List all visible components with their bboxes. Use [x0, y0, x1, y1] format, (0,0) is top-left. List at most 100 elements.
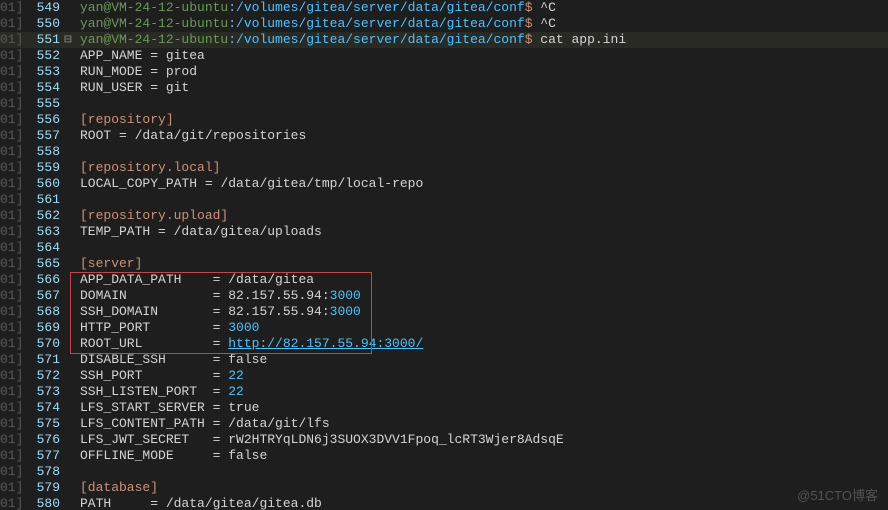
gutter-fold-col: 01] [0, 464, 18, 480]
gutter-fold-col: 01] [0, 176, 18, 192]
line-number: 564 [18, 240, 64, 256]
line-number: 556 [18, 112, 64, 128]
code-line[interactable]: 01]572 SSH_PORT = 22 [0, 368, 888, 384]
line-number: 577 [18, 448, 64, 464]
code-line[interactable]: 01]558 [0, 144, 888, 160]
code-line[interactable]: 01]557ROOT = /data/git/repositories [0, 128, 888, 144]
line-number: 551 [18, 32, 64, 48]
code-content[interactable]: RUN_USER = git [78, 80, 888, 96]
code-content[interactable]: SSH_PORT = 22 [78, 368, 888, 384]
line-number: 559 [18, 160, 64, 176]
code-content[interactable]: yan@VM-24-12-ubuntu:/volumes/gitea/serve… [78, 0, 888, 16]
line-number: 572 [18, 368, 64, 384]
code-line[interactable]: 01]563TEMP_PATH = /data/gitea/uploads [0, 224, 888, 240]
code-line[interactable]: 01]560LOCAL_COPY_PATH = /data/gitea/tmp/… [0, 176, 888, 192]
url-link[interactable]: http://82.157.55.94:3000/ [228, 336, 423, 351]
gutter-fold-col: 01] [0, 416, 18, 432]
watermark: @51CTO博客 [797, 488, 878, 504]
code-line[interactable]: 01]561 [0, 192, 888, 208]
gutter-fold-col: 01] [0, 192, 18, 208]
line-number: 562 [18, 208, 64, 224]
line-number: 550 [18, 16, 64, 32]
code-content[interactable]: yan@VM-24-12-ubuntu:/volumes/gitea/serve… [78, 16, 888, 32]
code-content[interactable]: DOMAIN = 82.157.55.94:3000 [78, 288, 888, 304]
code-line[interactable]: 01]579[database] [0, 480, 888, 496]
code-line[interactable]: 01]551⊟yan@VM-24-12-ubuntu:/volumes/gite… [0, 32, 888, 48]
code-line[interactable]: 01]549yan@VM-24-12-ubuntu:/volumes/gitea… [0, 0, 888, 16]
code-line[interactable]: 01]552APP_NAME = gitea [0, 48, 888, 64]
gutter-fold-col: 01] [0, 48, 18, 64]
code-content[interactable]: RUN_MODE = prod [78, 64, 888, 80]
code-content[interactable]: LFS_START_SERVER = true [78, 400, 888, 416]
gutter-fold-col: 01] [0, 160, 18, 176]
code-line[interactable]: 01]565[server] [0, 256, 888, 272]
code-line[interactable]: 01]575LFS_CONTENT_PATH = /data/git/lfs [0, 416, 888, 432]
code-content[interactable]: DISABLE_SSH = false [78, 352, 888, 368]
gutter-fold-col: 01] [0, 304, 18, 320]
code-content[interactable]: SSH_LISTEN_PORT = 22 [78, 384, 888, 400]
code-content[interactable]: [repository.upload] [78, 208, 888, 224]
code-line[interactable]: 01]580PATH = /data/gitea/gitea.db [0, 496, 888, 510]
line-number: 565 [18, 256, 64, 272]
code-line[interactable]: 01]555 [0, 96, 888, 112]
gutter-fold-col: 01] [0, 368, 18, 384]
code-line[interactable]: 01]567DOMAIN = 82.157.55.94:3000 [0, 288, 888, 304]
code-line[interactable]: 01]578 [0, 464, 888, 480]
code-line[interactable]: 01]554RUN_USER = git [0, 80, 888, 96]
line-number: 573 [18, 384, 64, 400]
code-content[interactable]: [database] [78, 480, 888, 496]
code-content[interactable]: LFS_JWT_SECRET = rW2HTRYqLDN6j3SUOX3DVV1… [78, 432, 888, 448]
line-number: 576 [18, 432, 64, 448]
gutter-fold-col: 01] [0, 496, 18, 510]
line-number: 553 [18, 64, 64, 80]
code-content[interactable]: LFS_CONTENT_PATH = /data/git/lfs [78, 416, 888, 432]
code-content[interactable]: LOCAL_COPY_PATH = /data/gitea/tmp/local-… [78, 176, 888, 192]
code-line[interactable]: 01]562[repository.upload] [0, 208, 888, 224]
code-content[interactable]: OFFLINE_MODE = false [78, 448, 888, 464]
code-content[interactable]: ROOT_URL = http://82.157.55.94:3000/ [78, 336, 888, 352]
code-editor[interactable]: 01]549yan@VM-24-12-ubuntu:/volumes/gitea… [0, 0, 888, 510]
line-number: 561 [18, 192, 64, 208]
gutter-fold-col: 01] [0, 80, 18, 96]
code-content[interactable]: APP_NAME = gitea [78, 48, 888, 64]
gutter-fold-col: 01] [0, 112, 18, 128]
code-line[interactable]: 01]569HTTP_PORT = 3000 [0, 320, 888, 336]
code-line[interactable]: 01]568 SSH_DOMAIN = 82.157.55.94:3000 [0, 304, 888, 320]
line-number: 563 [18, 224, 64, 240]
code-content[interactable]: HTTP_PORT = 3000 [78, 320, 888, 336]
code-line[interactable]: 01]566 APP_DATA_PATH = /data/gitea [0, 272, 888, 288]
code-line[interactable]: 01]564 [0, 240, 888, 256]
line-number: 557 [18, 128, 64, 144]
code-line[interactable]: 01]577OFFLINE_MODE = false [0, 448, 888, 464]
code-content[interactable]: PATH = /data/gitea/gitea.db [78, 496, 888, 510]
line-number: 566 [18, 272, 64, 288]
code-line[interactable]: 01]570ROOT_URL = http://82.157.55.94:300… [0, 336, 888, 352]
line-number: 555 [18, 96, 64, 112]
code-content[interactable]: [server] [78, 256, 888, 272]
gutter-fold-col: 01] [0, 400, 18, 416]
gutter-fold-col: 01] [0, 432, 18, 448]
gutter-fold-col: 01] [0, 272, 18, 288]
code-content[interactable]: APP_DATA_PATH = /data/gitea [78, 272, 888, 288]
line-number: 570 [18, 336, 64, 352]
gutter-fold-col: 01] [0, 240, 18, 256]
code-content[interactable]: ROOT = /data/git/repositories [78, 128, 888, 144]
code-line[interactable]: 01]573SSH_LISTEN_PORT = 22 [0, 384, 888, 400]
code-content[interactable]: [repository.local] [78, 160, 888, 176]
code-line[interactable]: 01]571DISABLE_SSH = false [0, 352, 888, 368]
code-line[interactable]: 01]559 [repository.local] [0, 160, 888, 176]
gutter-fold-col: 01] [0, 320, 18, 336]
line-number: 568 [18, 304, 64, 320]
code-content[interactable]: [repository] [78, 112, 888, 128]
code-line[interactable]: 01]553RUN_MODE = prod [0, 64, 888, 80]
code-content[interactable]: yan@VM-24-12-ubuntu:/volumes/gitea/serve… [78, 32, 888, 48]
code-content[interactable]: TEMP_PATH = /data/gitea/uploads [78, 224, 888, 240]
line-number: 579 [18, 480, 64, 496]
code-content[interactable]: SSH_DOMAIN = 82.157.55.94:3000 [78, 304, 888, 320]
code-line[interactable]: 01]576 LFS_JWT_SECRET = rW2HTRYqLDN6j3SUO… [0, 432, 888, 448]
code-line[interactable]: 01]574LFS_START_SERVER = true [0, 400, 888, 416]
line-number: 571 [18, 352, 64, 368]
code-line[interactable]: 01]556 [repository] [0, 112, 888, 128]
code-line[interactable]: 01]550yan@VM-24-12-ubuntu:/volumes/gitea… [0, 16, 888, 32]
gutter-fold-col: 01] [0, 288, 18, 304]
